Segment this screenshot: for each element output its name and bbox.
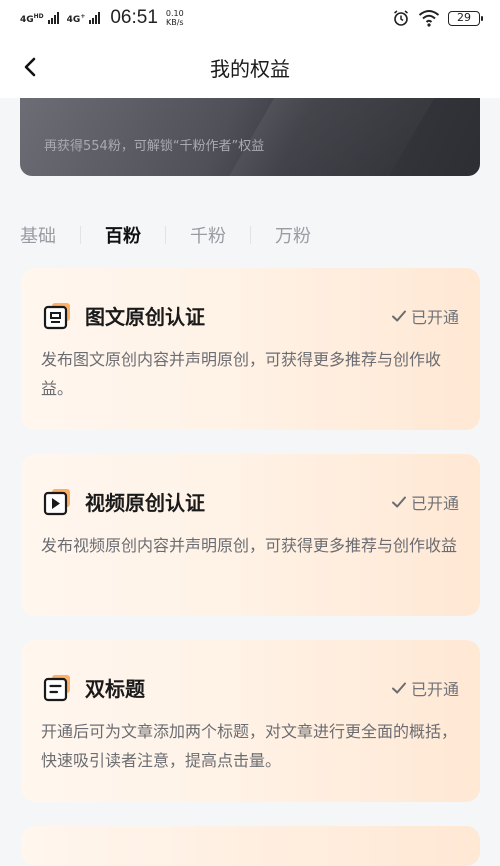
benefit-status: 已开通 xyxy=(391,490,459,514)
network-indicator-1: 4GHD xyxy=(20,12,44,25)
tab-thousand-fans[interactable]: 千粉 xyxy=(190,222,226,248)
tab-divider xyxy=(80,226,81,244)
check-icon xyxy=(391,496,406,508)
tab-ten-thousand-fans[interactable]: 万粉 xyxy=(275,222,311,248)
network-indicator-2: 4G+ xyxy=(66,12,86,25)
benefit-title: 双标题 xyxy=(85,677,145,701)
benefit-status: 已开通 xyxy=(391,304,459,328)
wifi-icon xyxy=(418,10,440,27)
page-title: 我的权益 xyxy=(210,56,290,81)
benefit-title: 视频原创认证 xyxy=(85,491,205,515)
signal-icon xyxy=(89,12,101,24)
benefit-status: 已开通 xyxy=(391,676,459,700)
benefit-card-next[interactable] xyxy=(21,826,480,866)
benefit-description: 发布图文原创内容并声明原创，可获得更多推荐与创作收益。 xyxy=(41,350,442,398)
nav-bar: 我的权益 xyxy=(0,36,500,98)
benefit-card-original-article[interactable]: 图文原创认证 已开通 发布图文原创内容并声明原创，可获得更多推荐与创作收益。 xyxy=(21,268,480,430)
tier-tabs: 基础 百粉 千粉 万粉 xyxy=(20,220,311,250)
article-icon xyxy=(43,303,70,330)
unlock-hint-text: 再获得554粉，可解锁“千粉作者”权益 xyxy=(44,139,265,154)
benefit-card-double-title[interactable]: 双标题 已开通 开通后可为文章添加两个标题，对文章进行更全面的概括，快速吸引读者… xyxy=(21,640,480,802)
tab-divider xyxy=(250,226,251,244)
benefit-description: 发布视频原创内容并声明原创，可获得更多推荐与创作收益 xyxy=(41,536,458,555)
network-speed: 0.10 KB/s xyxy=(165,9,184,27)
battery-icon: 29 xyxy=(448,10,483,26)
check-icon xyxy=(391,310,406,322)
tab-hundred-fans[interactable]: 百粉 xyxy=(105,222,141,248)
clock: 06:51 xyxy=(110,7,158,28)
tab-divider xyxy=(165,226,166,244)
benefit-card-original-video[interactable]: 视频原创认证 已开通 发布视频原创内容并声明原创，可获得更多推荐与创作收益 xyxy=(21,454,480,616)
signal-icon xyxy=(47,12,59,24)
benefit-description: 开通后可为文章添加两个标题，对文章进行更全面的概括，快速吸引读者注意，提高点击量… xyxy=(41,722,458,770)
title-icon xyxy=(43,675,70,702)
video-icon xyxy=(43,489,70,516)
check-icon xyxy=(391,682,406,694)
chevron-left-icon[interactable] xyxy=(18,54,44,80)
status-bar: 4GHD 4G+ 06:51 0.10 KB/s 29 xyxy=(0,0,500,36)
alarm-icon xyxy=(394,10,408,26)
benefit-title: 图文原创认证 xyxy=(85,305,205,329)
tab-basic[interactable]: 基础 xyxy=(20,222,56,248)
